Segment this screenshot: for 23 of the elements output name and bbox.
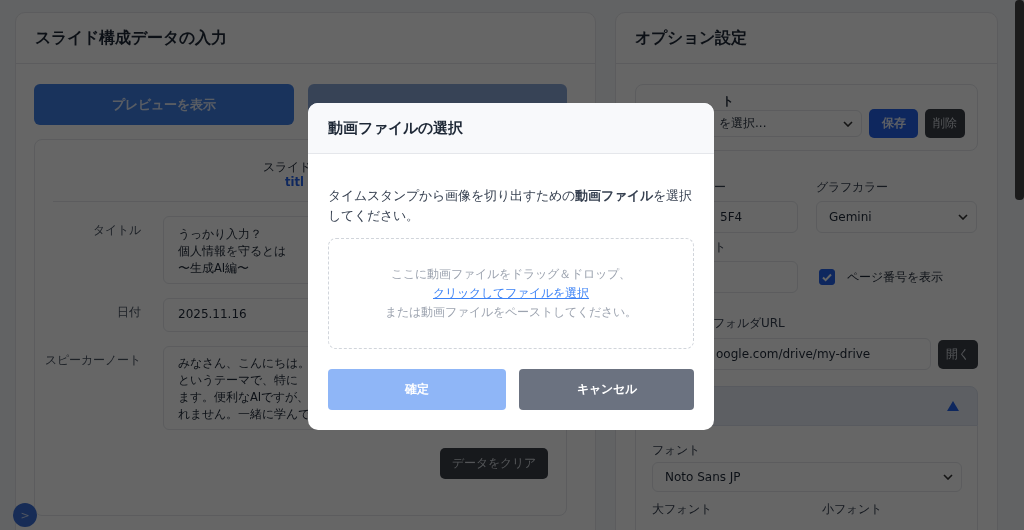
dialog-title: 動画ファイルの選択 bbox=[328, 118, 463, 138]
field-label: グラフカラー bbox=[816, 178, 888, 196]
text-line: 個人情報を守るとは bbox=[178, 244, 286, 259]
preset-label: ト bbox=[722, 93, 734, 107]
paste-hint: または動画ファイルをペーストしてください。 bbox=[385, 304, 637, 321]
panel-title: オプション設定 bbox=[635, 27, 747, 49]
field-label: ー bbox=[714, 179, 726, 196]
text-line: 〜生成AI編〜 bbox=[178, 261, 250, 276]
text-line: というテーマで、特に bbox=[178, 373, 298, 388]
field-label: タイトル bbox=[92, 222, 141, 239]
field-label: 小フォント bbox=[822, 501, 882, 518]
field-label: ト bbox=[714, 239, 726, 256]
field-label: フォント bbox=[652, 442, 701, 459]
checkbox-label: ページ番号を表示 bbox=[847, 268, 943, 286]
panel-title: スライド構成データの入力 bbox=[35, 27, 227, 49]
field-label: スピーカーノート bbox=[44, 352, 141, 369]
field-label: 日付 bbox=[116, 304, 141, 321]
text-line: みなさん、こんにちは。 bbox=[178, 356, 310, 371]
text-line: ます。便利なAIですが、 bbox=[178, 390, 310, 405]
drop-instruction: ここに動画ファイルをドラッグ＆ドロップ、 bbox=[391, 266, 631, 283]
field-label: 大フォント bbox=[652, 501, 712, 518]
text-line: うっかり入力？ bbox=[178, 227, 262, 242]
field-label: フォルダURL bbox=[713, 315, 785, 332]
